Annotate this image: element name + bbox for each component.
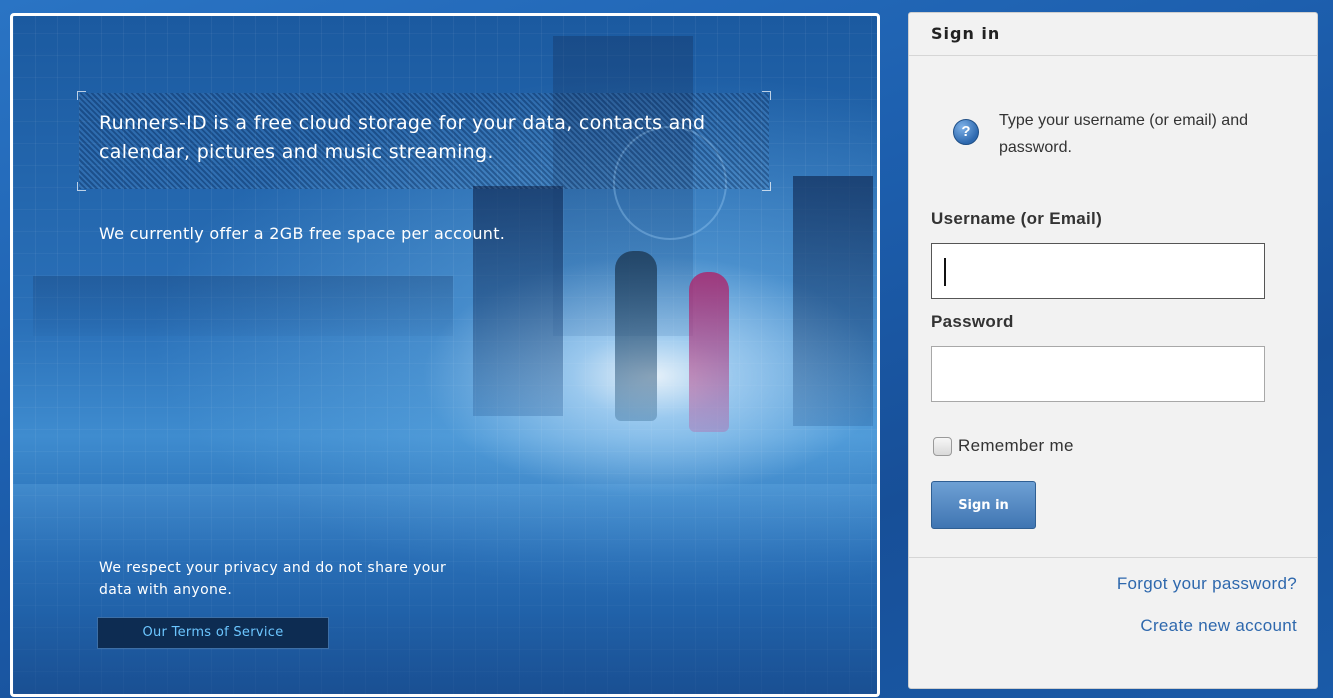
frame-corner (762, 91, 771, 100)
sign-in-title: Sign in (909, 13, 1317, 56)
hero-headline: Runners-ID is a free cloud storage for y… (99, 112, 706, 163)
username-label: Username (or Email) (931, 209, 1103, 228)
password-input[interactable] (931, 346, 1265, 402)
hero-privacy-text: We respect your privacy and do not share… (99, 560, 447, 598)
frame-corner (762, 182, 771, 191)
password-label: Password (931, 312, 1014, 331)
forgot-password-link[interactable]: Forgot your password? (1117, 574, 1297, 594)
username-input[interactable] (931, 243, 1265, 299)
hero-tower-decoration (473, 186, 563, 416)
hero-figure-man (615, 251, 657, 421)
hero-banner: Runners-ID is a free cloud storage for y… (10, 13, 880, 697)
frame-corner (77, 91, 86, 100)
text-caret (944, 258, 946, 286)
headline-box: Runners-ID is a free cloud storage for y… (77, 91, 771, 191)
help-text: Type your username (or email) and passwo… (999, 112, 1248, 156)
remember-me-checkbox[interactable] (933, 436, 952, 456)
terms-of-service-link[interactable]: Our Terms of Service (97, 617, 329, 649)
sign-in-button[interactable]: Sign in (931, 481, 1036, 529)
hero-figure-woman (689, 272, 729, 432)
frame-corner (77, 182, 86, 191)
remember-me-row[interactable]: Remember me (933, 433, 1074, 459)
question-circle-icon: ? (953, 119, 979, 145)
hero-tower-decoration (793, 176, 873, 426)
hero-offer-text: We currently offer a 2GB free space per … (99, 224, 506, 243)
create-account-link[interactable]: Create new account (1140, 616, 1297, 636)
remember-me-label[interactable]: Remember me (958, 436, 1074, 456)
panel-divider (909, 557, 1317, 558)
hero-tower-decoration (33, 276, 453, 336)
sign-in-panel: Sign in ? Type your username (or email) … (908, 12, 1318, 689)
